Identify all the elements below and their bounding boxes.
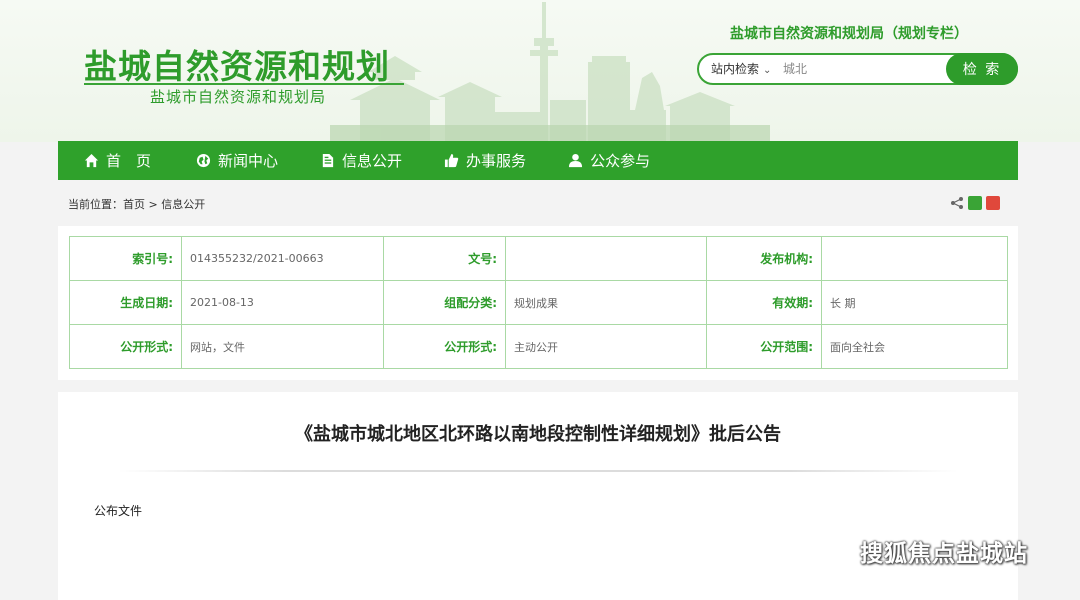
- table-row: 生成日期: 2021-08-13 组配分类: 规划成果 有效期: 长 期: [69, 280, 1008, 325]
- user-icon: [569, 153, 583, 168]
- wechat-share-icon[interactable]: [968, 196, 982, 210]
- site-subtitle: 盐城市自然资源和规划局: [150, 88, 327, 106]
- document-icon: [322, 153, 334, 168]
- meta-value: 2021-08-13: [181, 280, 384, 325]
- nav-item-home[interactable]: 首 页: [84, 141, 151, 180]
- nav-item-label: 首 页: [106, 152, 152, 170]
- watermark: 搜狐焦点盐城站: [812, 534, 1028, 568]
- watermark-text: 搜狐焦点盐城站: [860, 541, 1028, 567]
- search-scope-label: 站内检索: [711, 62, 760, 76]
- nav-item-info[interactable]: 信息公开: [320, 141, 402, 180]
- site-header: 盐城自然资源和规划 盐城市自然资源和规划局 盐城市自然资源和规划局（规划专栏） …: [0, 0, 1080, 142]
- main-nav: 首 页 新闻中心 信息公开 办事服务 公众参与: [58, 141, 1018, 180]
- nav-item-services[interactable]: 办事服务: [444, 141, 526, 180]
- title-underline: [84, 83, 404, 85]
- meta-label: 公开形式:: [383, 324, 506, 369]
- title-divider: [118, 470, 958, 472]
- meta-value: 长 期: [821, 280, 1008, 325]
- thumbs-up-icon: [444, 153, 459, 168]
- meta-panel: 索引号: 014355232/2021-00663 文号: 发布机构: 生成日期…: [58, 226, 1018, 380]
- meta-label: 文号:: [383, 236, 506, 281]
- article-title: 《盐城市城北地区北环路以南地段控制性详细规划》批后公告: [295, 424, 781, 445]
- wechat-logo-icon: [812, 535, 851, 565]
- column-title: 盐城市自然资源和规划局（规划专栏）: [730, 26, 968, 42]
- nav-item-label: 新闻中心: [218, 152, 279, 170]
- weibo-share-icon[interactable]: [986, 196, 1000, 210]
- search-scope-dropdown[interactable]: 站内检索 ⌄: [711, 60, 771, 77]
- meta-value: 主动公开: [505, 324, 707, 369]
- meta-label: 有效期:: [706, 280, 822, 325]
- table-row: 公开形式: 网站，文件 公开形式: 主动公开 公开范围: 面向全社会: [69, 324, 1008, 369]
- search-box: 站内检索⌄ 检 索: [697, 53, 1018, 85]
- meta-value: [505, 236, 707, 281]
- meta-label: 公开形式:: [69, 324, 182, 369]
- nav-item-news[interactable]: 新闻中心: [196, 141, 278, 180]
- search-input[interactable]: [783, 59, 943, 79]
- meta-label: 发布机构:: [706, 236, 822, 281]
- globe-icon: [196, 153, 211, 168]
- search-button[interactable]: 检 索: [946, 53, 1018, 85]
- article: 《盐城市城北地区北环路以南地段控制性详细规划》批后公告 公布文件: [58, 392, 1018, 600]
- chevron-down-icon: ⌄: [763, 65, 772, 76]
- article-body-label[interactable]: 公布文件: [94, 502, 142, 519]
- meta-label: 生成日期:: [69, 280, 182, 325]
- meta-label: 索引号:: [69, 236, 182, 281]
- meta-value: 网站，文件: [181, 324, 384, 369]
- share-icon[interactable]: [950, 196, 964, 210]
- breadcrumb-bar: 当前位置：首页 > 信息公开: [58, 180, 1018, 226]
- meta-value: [821, 236, 1008, 281]
- breadcrumb: 当前位置：首页 > 信息公开: [68, 198, 206, 211]
- nav-item-label: 办事服务: [466, 152, 527, 170]
- nav-item-participation[interactable]: 公众参与: [568, 141, 650, 180]
- site-title: 盐城自然资源和规划: [84, 47, 390, 86]
- nav-item-label: 信息公开: [342, 152, 403, 170]
- share-buttons: [950, 196, 1000, 210]
- nav-item-label: 公众参与: [590, 152, 651, 170]
- meta-value: 面向全社会: [821, 324, 1008, 369]
- meta-value: 014355232/2021-00663: [181, 236, 384, 281]
- meta-label: 组配分类:: [383, 280, 506, 325]
- home-icon: [84, 153, 99, 168]
- meta-value: 规划成果: [505, 280, 707, 325]
- document-meta-table: 索引号: 014355232/2021-00663 文号: 发布机构: 生成日期…: [69, 236, 1008, 369]
- meta-label: 公开范围:: [706, 324, 822, 369]
- table-row: 索引号: 014355232/2021-00663 文号: 发布机构:: [69, 236, 1008, 281]
